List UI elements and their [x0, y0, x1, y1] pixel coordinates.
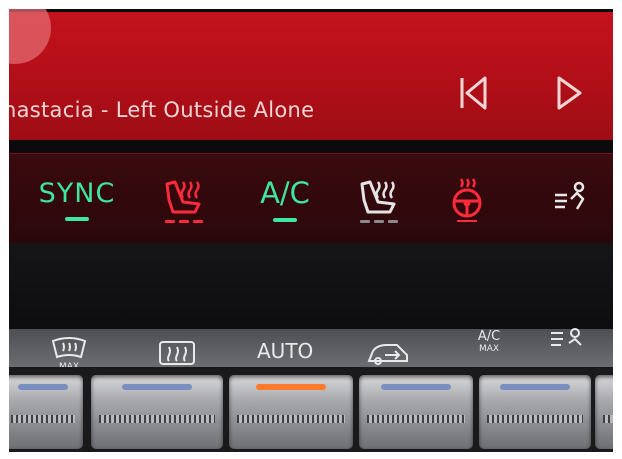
sync-label: SYNC	[38, 177, 116, 209]
seat-heat-icon	[360, 180, 396, 213]
steering-wheel-heat-button[interactable]	[439, 154, 495, 244]
sync-indicator	[65, 216, 89, 221]
key-rear-defrost[interactable]	[91, 375, 223, 449]
airflow-fan-button[interactable]	[549, 325, 587, 361]
key-auto[interactable]	[229, 375, 353, 449]
ac-max-top-label: A/C	[477, 329, 501, 344]
play-icon	[557, 76, 582, 110]
key-led	[381, 384, 451, 390]
play-button[interactable]	[549, 72, 589, 114]
key-led	[122, 384, 192, 390]
skip-previous-icon	[460, 76, 487, 110]
album-art-circle	[9, 9, 51, 64]
key-front-defrost[interactable]	[9, 375, 83, 449]
skip-previous-button[interactable]	[454, 72, 494, 114]
steering-wheel-heat-icon	[452, 178, 482, 222]
airflow-person-icon	[555, 181, 585, 210]
airflow-person-button[interactable]	[544, 154, 594, 244]
ac-indicator	[273, 218, 297, 222]
auto-button[interactable]: AUTO	[257, 339, 313, 363]
key-led-active	[256, 384, 326, 390]
seat-heat-left-level	[165, 219, 203, 223]
front-defrost-max-icon: MAX	[51, 337, 87, 372]
key-led	[500, 384, 570, 390]
climate-control-strip: SYNC A/C	[9, 153, 613, 244]
media-bar: nastacia - Left Outside Alone	[9, 9, 613, 140]
ac-button[interactable]: A/C	[243, 154, 327, 244]
screen-lower-area	[9, 243, 613, 333]
car-display-photo: nastacia - Left Outside Alone SYNC A/C A…	[9, 9, 613, 452]
seat-heat-right-button[interactable]	[349, 154, 409, 244]
ac-max-button[interactable]: A/C MAX	[469, 329, 509, 355]
ac-max-bottom-label: MAX	[478, 344, 500, 354]
seat-heat-right-level	[360, 219, 398, 223]
key-ac-max[interactable]	[479, 375, 591, 449]
seat-heat-left-button[interactable]	[154, 154, 214, 244]
physical-key-row	[9, 367, 613, 452]
seat-heat-icon	[165, 180, 201, 213]
key-airflow[interactable]	[595, 375, 613, 449]
rear-defrost-icon	[159, 341, 195, 365]
key-led	[18, 384, 68, 390]
airflow-fan-icon	[551, 328, 582, 346]
sync-button[interactable]: SYNC	[27, 154, 127, 244]
recirculation-icon	[367, 344, 408, 365]
key-recirculation[interactable]	[359, 375, 473, 449]
ac-label: A/C	[260, 176, 310, 210]
track-title: nastacia - Left Outside Alone	[9, 98, 315, 122]
